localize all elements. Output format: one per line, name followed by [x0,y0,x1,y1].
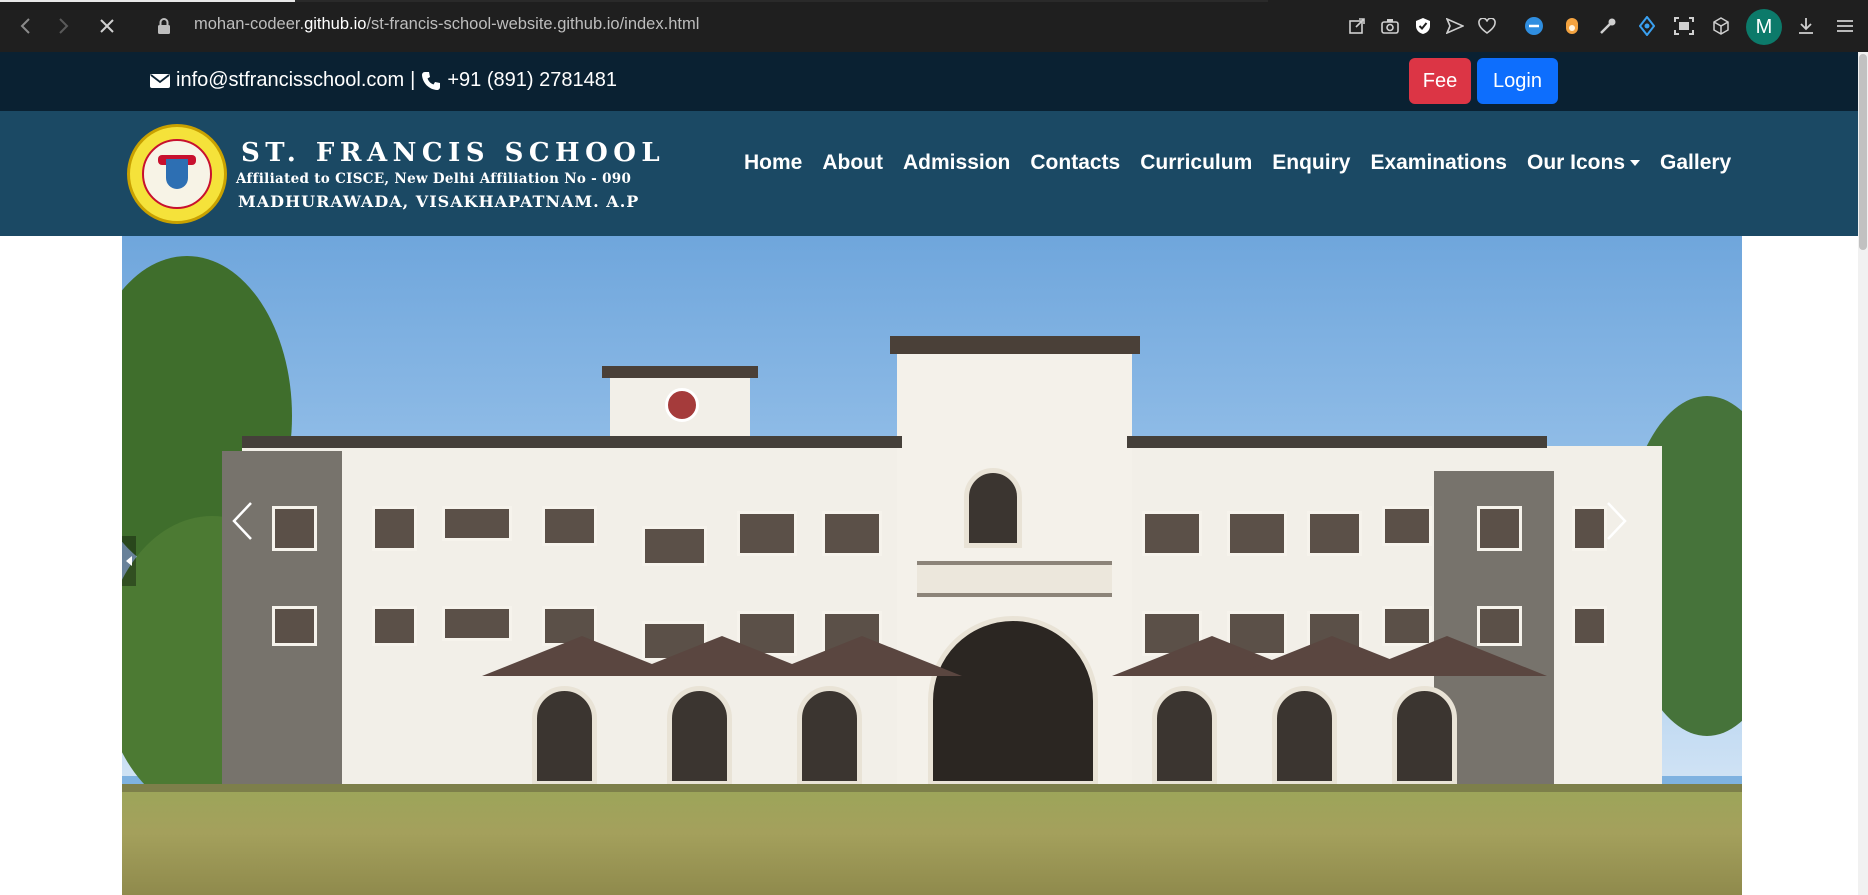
browser-toolbar: mohan-codeer.github.io/st-francis-school… [0,0,1868,52]
logo-seal [142,139,212,209]
triangle-left-icon [126,556,132,566]
nav-menu: Home About Admission Contacts Curriculum… [744,151,1751,175]
main-navbar: ST. FRANCIS SCHOOL Affiliated to CISCE, … [0,111,1868,236]
nav-home[interactable]: Home [744,151,802,175]
nav-about[interactable]: About [822,151,883,175]
url-domain: github.io [304,15,367,33]
download-icon[interactable] [1795,15,1817,37]
contact-info: info@stfrancisschool.com | +91 (891) 278… [150,69,617,92]
carousel-image-lawn [122,792,1742,895]
hero-carousel [122,236,1742,895]
send-icon[interactable] [1444,15,1466,37]
school-logo[interactable] [127,124,227,224]
chevron-left-icon [232,502,252,540]
school-affiliation: Affiliated to CISCE, New Delhi Affiliati… [236,171,632,187]
carousel-prev-button[interactable] [222,491,262,551]
nav-examinations[interactable]: Examinations [1370,151,1507,175]
envelope-icon [150,73,170,88]
caret-down-icon [1630,160,1641,166]
back-icon[interactable] [13,14,37,38]
carousel-next-button[interactable] [1597,491,1637,551]
nav-contacts[interactable]: Contacts [1030,151,1120,175]
extension-icon[interactable] [1561,15,1583,37]
school-location: MADHURAWADA, VISAKHAPATNAM. A.P [238,192,640,211]
fee-button[interactable]: Fee [1409,58,1471,104]
login-button[interactable]: Login [1477,58,1558,104]
camera-icon[interactable] [1379,15,1401,37]
school-name[interactable]: ST. FRANCIS SCHOOL [241,138,665,168]
heart-icon[interactable] [1476,15,1498,37]
carousel-side-tab[interactable] [122,536,136,586]
profile-avatar[interactable]: M [1746,9,1782,45]
email-link[interactable]: info@stfrancisschool.com [176,69,404,92]
screenshot-icon[interactable] [1673,15,1695,37]
phone-link[interactable]: +91 (891) 2781481 [447,69,617,92]
lock-icon[interactable] [152,14,176,38]
nav-our-icons-label: Our Icons [1526,151,1626,174]
loading-bar [0,0,1268,2]
phone-icon [422,71,441,90]
chevron-right-icon [1607,502,1627,540]
shield-icon[interactable] [1412,15,1434,37]
page-scrollbar[interactable] [1858,52,1868,895]
nav-admission[interactable]: Admission [903,151,1010,175]
menu-icon[interactable] [1834,15,1856,37]
url-path: /st-francis-school-website.github.io/ind… [366,15,700,33]
nav-enquiry[interactable]: Enquiry [1272,151,1350,175]
nav-gallery[interactable]: Gallery [1660,151,1731,175]
share-icon[interactable] [1346,15,1368,37]
extension-icon[interactable] [1523,15,1545,37]
nav-our-icons-dropdown[interactable]: Our Icons [1526,151,1641,175]
extension-icon[interactable] [1636,15,1658,37]
top-info-bar: info@stfrancisschool.com | +91 (891) 278… [0,52,1868,111]
address-bar[interactable]: mohan-codeer.github.io/st-francis-school… [194,15,699,34]
contact-separator: | [410,69,416,91]
nav-curriculum[interactable]: Curriculum [1140,151,1252,175]
cube-icon[interactable] [1710,15,1732,37]
forward-icon[interactable] [52,14,76,38]
stop-icon[interactable] [95,14,119,38]
key-icon[interactable] [1597,15,1619,37]
url-prefix: mohan-codeer. [194,15,305,33]
